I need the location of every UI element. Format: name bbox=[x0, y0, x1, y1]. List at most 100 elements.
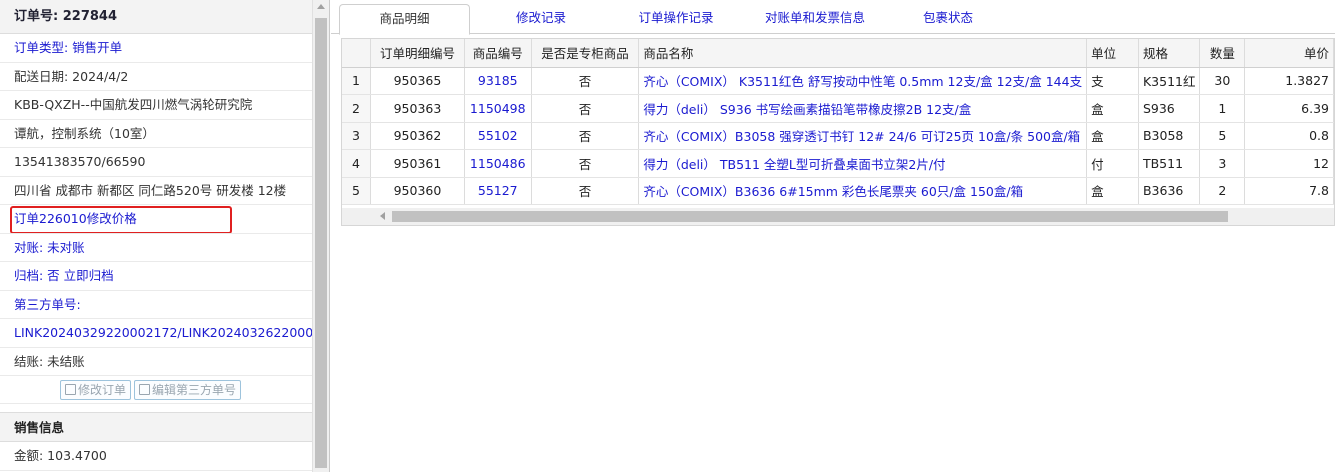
third-party-label: 第三方单号: bbox=[0, 291, 312, 319]
order-number: 订单号: 227844 bbox=[0, 0, 312, 34]
reconcile-status[interactable]: 对账: 未对账 bbox=[0, 234, 312, 262]
spec: K3511红 bbox=[1138, 67, 1201, 95]
header-product-name[interactable]: 商品名称 bbox=[638, 39, 1088, 68]
header-price[interactable]: 单价 bbox=[1244, 39, 1334, 68]
edit-icon bbox=[65, 384, 76, 395]
third-party-value[interactable]: LINK20240329220002172/LINK20240326220002… bbox=[0, 319, 312, 348]
product-name-link[interactable]: 得力（deli） S936 书写绘画素描铅笔带橡皮擦2B 12支/盒 bbox=[638, 94, 1088, 123]
table-row[interactable]: 1 950365 93185 否 齐心（COMIX） K3511红色 舒写按动中… bbox=[342, 67, 1334, 95]
detail-id: 950360 bbox=[370, 177, 465, 205]
sales-amount: 金额: 103.4700 bbox=[0, 442, 312, 471]
scroll-left-icon[interactable] bbox=[380, 212, 385, 220]
row-number: 5 bbox=[342, 177, 372, 205]
edit-third-party-button[interactable]: 编辑第三方单号 bbox=[134, 380, 242, 400]
header-counter[interactable]: 是否是专柜商品 bbox=[531, 39, 640, 68]
row-number: 3 bbox=[342, 122, 372, 150]
detail-panel: 商品明细 修改记录 订单操作记录 对账单和发票信息 包裹状态 订单明细编号 商品… bbox=[331, 0, 1335, 472]
contact-phone: 13541383570/66590 bbox=[0, 148, 312, 177]
archive-status[interactable]: 归档: 否 立即归档 bbox=[0, 262, 312, 291]
table-row[interactable]: 2 950363 1150498 否 得力（deli） S936 书写绘画素描铅… bbox=[342, 94, 1334, 123]
detail-id: 950363 bbox=[370, 94, 465, 123]
edit-order-button[interactable]: 修改订单 bbox=[60, 380, 132, 400]
detail-tabs: 商品明细 修改记录 订单操作记录 对账单和发票信息 包裹状态 bbox=[331, 0, 1335, 35]
counter-flag: 否 bbox=[531, 149, 640, 178]
header-spec[interactable]: 规格 bbox=[1138, 39, 1201, 68]
price: 7.8 bbox=[1244, 177, 1334, 205]
edit-order-label: 修改订单 bbox=[78, 383, 127, 397]
product-grid: 订单明细编号 商品编号 是否是专柜商品 商品名称 单位 规格 数量 单价 1 9… bbox=[341, 38, 1335, 226]
tab-order-operations[interactable]: 订单操作记录 bbox=[614, 4, 738, 34]
counter-flag: 否 bbox=[531, 67, 640, 95]
sales-info-header: 销售信息 bbox=[0, 412, 312, 442]
scroll-thumb[interactable] bbox=[315, 18, 327, 468]
customer-name: KBB-QXZH--中国航发四川燃气涡轮研究院 bbox=[0, 91, 312, 120]
row-number: 2 bbox=[342, 94, 372, 123]
spec: S936 bbox=[1138, 94, 1201, 123]
product-table: 订单明细编号 商品编号 是否是专柜商品 商品名称 单位 规格 数量 单价 1 9… bbox=[342, 39, 1334, 205]
order-note-row: 订单226010修改价格 bbox=[0, 205, 312, 234]
sku-link[interactable]: 55127 bbox=[464, 177, 532, 205]
scroll-up-icon[interactable] bbox=[317, 4, 325, 9]
qty: 2 bbox=[1199, 177, 1246, 205]
scroll-thumb[interactable] bbox=[392, 211, 1228, 222]
settle-status: 结账: 未结账 bbox=[0, 348, 312, 376]
tab-product-details[interactable]: 商品明细 bbox=[339, 4, 470, 35]
price: 0.8 bbox=[1244, 122, 1334, 150]
table-header: 订单明细编号 商品编号 是否是专柜商品 商品名称 单位 规格 数量 单价 bbox=[342, 39, 1334, 68]
order-info-content: 订单号: 227844 订单类型: 销售开单 配送日期: 2024/4/2 KB… bbox=[0, 0, 312, 472]
row-number: 1 bbox=[342, 67, 372, 95]
order-action-buttons: 修改订单 编辑第三方单号 bbox=[0, 376, 312, 404]
highlight-box bbox=[10, 206, 232, 233]
contact-dept: 谭航，控制系统（10室） bbox=[0, 120, 312, 148]
sku-link[interactable]: 1150498 bbox=[464, 94, 532, 123]
row-number: 4 bbox=[342, 149, 372, 178]
horizontal-scrollbar[interactable] bbox=[342, 208, 1334, 225]
header-qty[interactable]: 数量 bbox=[1199, 39, 1246, 68]
spec: B3058 bbox=[1138, 122, 1201, 150]
header-row-number bbox=[342, 39, 372, 68]
price: 1.3827 bbox=[1244, 67, 1334, 95]
left-scrollbar[interactable] bbox=[312, 0, 329, 472]
sku-link[interactable]: 55102 bbox=[464, 122, 532, 150]
product-name-link[interactable]: 齐心（COMIX） K3511红色 舒写按动中性笔 0.5mm 12支/盒 12… bbox=[638, 67, 1088, 95]
delivery-date: 配送日期: 2024/4/2 bbox=[0, 63, 312, 91]
tab-reconcile-invoice[interactable]: 对账单和发票信息 bbox=[749, 4, 881, 34]
detail-id: 950362 bbox=[370, 122, 465, 150]
qty: 1 bbox=[1199, 94, 1246, 123]
unit: 盒 bbox=[1086, 177, 1139, 205]
unit: 支 bbox=[1086, 67, 1139, 95]
spec: B3636 bbox=[1138, 177, 1201, 205]
price: 6.39 bbox=[1244, 94, 1334, 123]
counter-flag: 否 bbox=[531, 94, 640, 123]
header-sku[interactable]: 商品编号 bbox=[464, 39, 532, 68]
table-row[interactable]: 4 950361 1150486 否 得力（deli） TB511 全塑L型可折… bbox=[342, 149, 1334, 178]
qty: 3 bbox=[1199, 149, 1246, 178]
tab-package-status[interactable]: 包裹状态 bbox=[893, 4, 1003, 34]
unit: 付 bbox=[1086, 149, 1139, 178]
detail-id: 950361 bbox=[370, 149, 465, 178]
header-detail-id[interactable]: 订单明细编号 bbox=[370, 39, 465, 68]
counter-flag: 否 bbox=[531, 122, 640, 150]
table-row[interactable]: 3 950362 55102 否 齐心（COMIX）B3058 强穿透订书钉 1… bbox=[342, 122, 1334, 150]
qty: 5 bbox=[1199, 122, 1246, 150]
price: 12 bbox=[1244, 149, 1334, 178]
header-unit[interactable]: 单位 bbox=[1086, 39, 1139, 68]
edit-icon bbox=[139, 384, 151, 395]
spec: TB511 bbox=[1138, 149, 1201, 178]
unit: 盒 bbox=[1086, 122, 1139, 150]
sku-link[interactable]: 1150486 bbox=[464, 149, 532, 178]
counter-flag: 否 bbox=[531, 177, 640, 205]
product-name-link[interactable]: 齐心（COMIX）B3058 强穿透订书钉 12# 24/6 可订25页 10盒… bbox=[638, 122, 1088, 150]
edit-third-party-label: 编辑第三方单号 bbox=[152, 383, 237, 397]
order-info-panel: 订单号: 227844 订单类型: 销售开单 配送日期: 2024/4/2 KB… bbox=[0, 0, 330, 472]
detail-id: 950365 bbox=[370, 67, 465, 95]
unit: 盒 bbox=[1086, 94, 1139, 123]
tab-edit-history[interactable]: 修改记录 bbox=[481, 4, 601, 34]
product-name-link[interactable]: 得力（deli） TB511 全塑L型可折叠桌面书立架2片/付 bbox=[638, 149, 1088, 178]
qty: 30 bbox=[1199, 67, 1246, 95]
sku-link[interactable]: 93185 bbox=[464, 67, 532, 95]
order-type: 订单类型: 销售开单 bbox=[0, 34, 312, 63]
product-name-link[interactable]: 齐心（COMIX）B3636 6#15mm 彩色长尾票夹 60只/盒 150盒/… bbox=[638, 177, 1088, 205]
table-row[interactable]: 5 950360 55127 否 齐心（COMIX）B3636 6#15mm 彩… bbox=[342, 177, 1334, 205]
delivery-address: 四川省 成都市 新都区 同仁路520号 研发楼 12楼 bbox=[0, 177, 312, 205]
